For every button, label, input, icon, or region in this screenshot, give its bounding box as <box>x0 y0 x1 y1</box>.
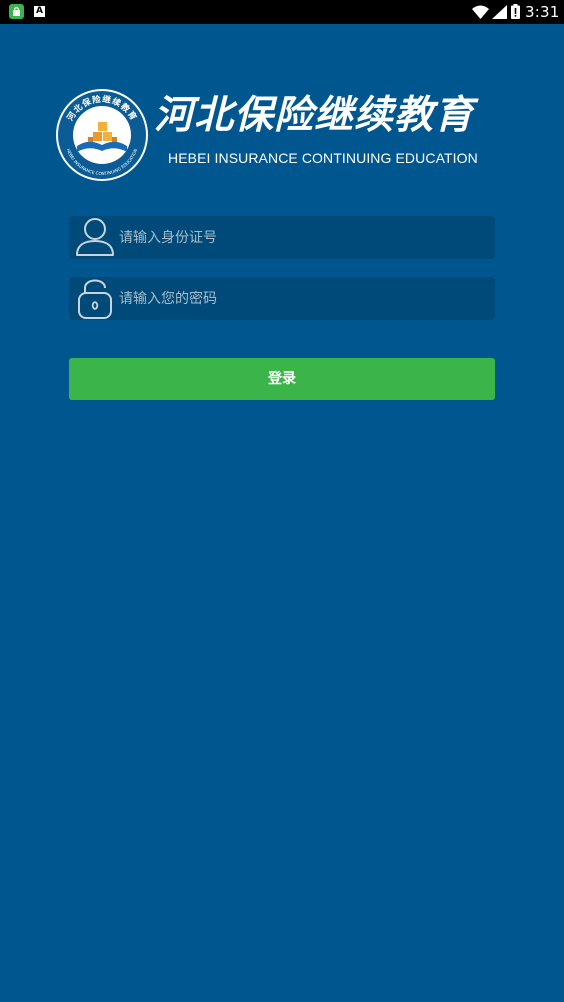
login-button[interactable]: 登录 <box>69 358 495 400</box>
logo-emblem: 河北保险继续教育 HEBEI INSURANCE CONTINUING EDUC… <box>56 89 148 181</box>
app-notification-icon <box>9 4 24 19</box>
id-number-input[interactable] <box>119 216 479 259</box>
brand-title: 河北保险继续教育 <box>154 92 475 138</box>
id-number-field[interactable] <box>69 216 495 259</box>
lock-icon <box>78 279 112 319</box>
wifi-icon <box>472 5 489 19</box>
password-input[interactable] <box>119 277 479 320</box>
brand-subtitle: HEBEI INSURANCE CONTINUING EDUCATION <box>168 150 478 166</box>
a-notification-icon: A <box>34 6 45 17</box>
status-time: 3:31 <box>525 3 560 21</box>
status-bar: A 3:31 <box>0 0 564 24</box>
signal-icon <box>492 5 507 19</box>
password-field[interactable] <box>69 277 495 320</box>
battery-icon <box>511 4 520 19</box>
user-icon <box>76 218 114 256</box>
